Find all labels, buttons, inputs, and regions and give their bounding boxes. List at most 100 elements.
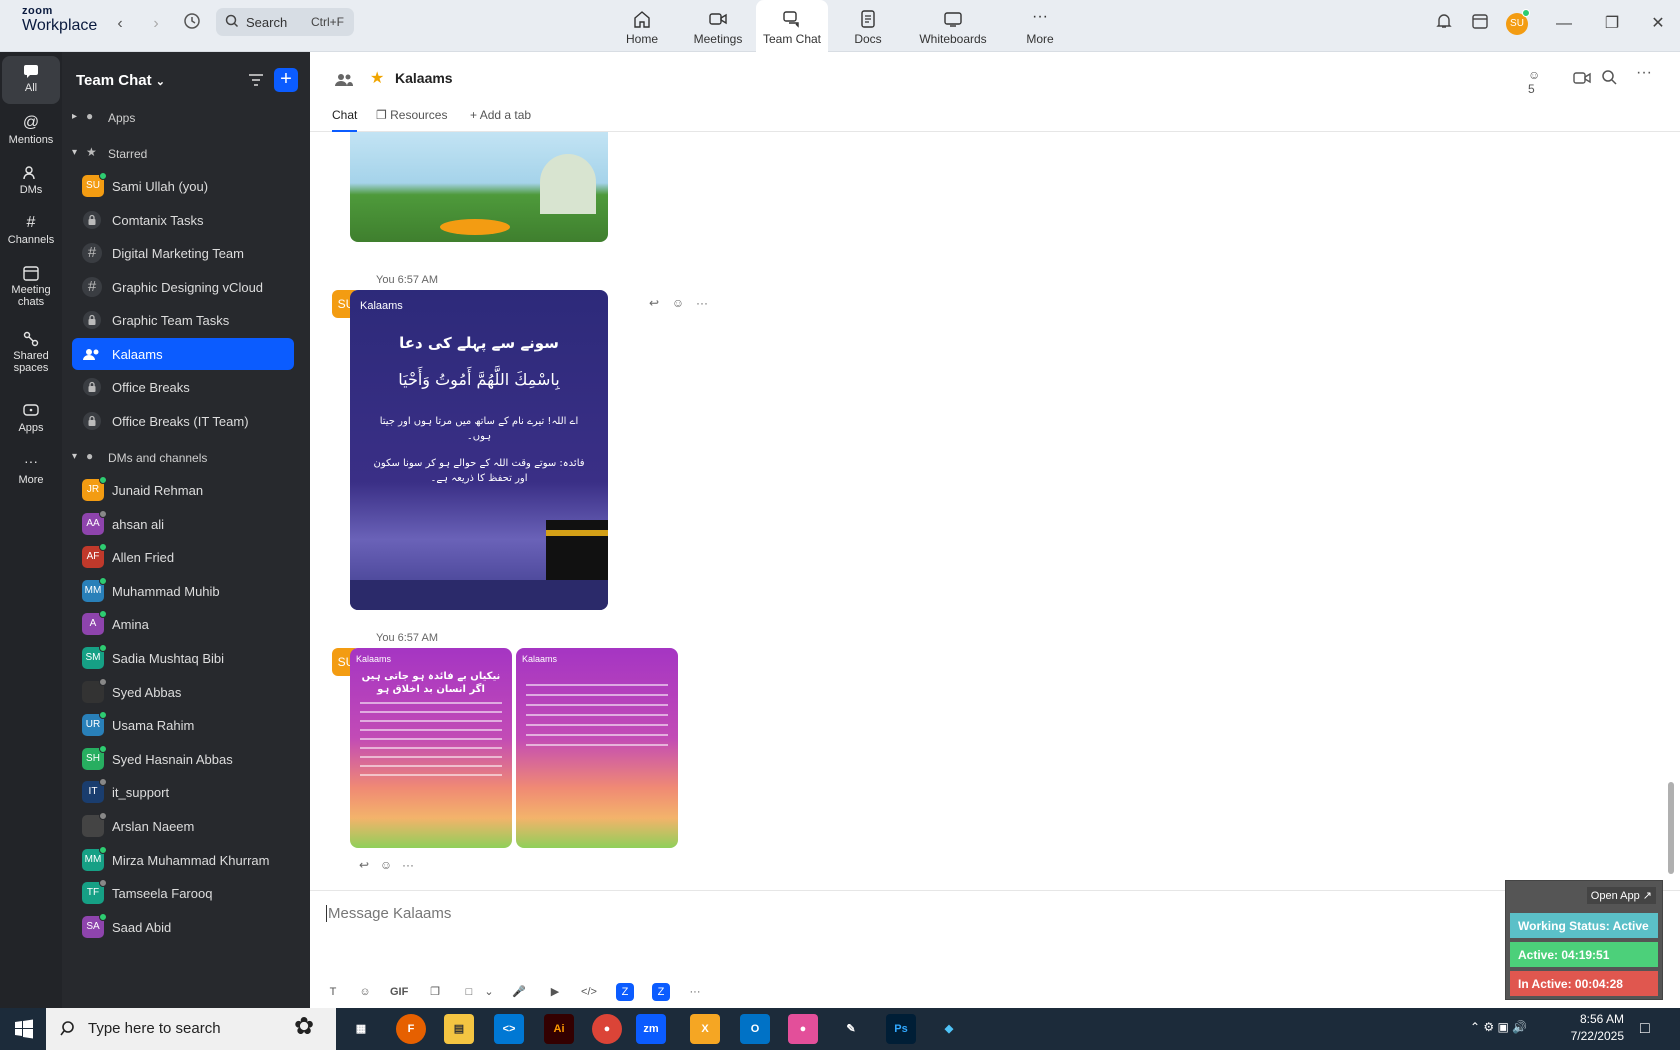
sidebar-item-syed-abbas[interactable]: Syed Abbas <box>72 676 294 708</box>
task-view-icon[interactable]: ▦ <box>346 1014 376 1044</box>
sidebar-item-allen-fried[interactable]: AF Allen Fried <box>72 541 294 573</box>
pen-tool-icon[interactable]: ✎ <box>836 1014 866 1044</box>
message-image-2[interactable]: Kalaams سونے سے پہلے کی دعا بِاسْمِكَ ال… <box>350 290 608 610</box>
search-input[interactable]: Search Ctrl+F <box>216 8 354 36</box>
emoji-icon[interactable]: ☺ <box>670 296 686 312</box>
tab-team-chat[interactable]: Team Chat <box>756 0 828 52</box>
group-icon[interactable] <box>334 70 354 90</box>
sidebar-item-saad-abid[interactable]: SA Saad Abid <box>72 911 294 943</box>
tab-docs[interactable]: Docs <box>846 0 890 52</box>
sidebar-item-graphic-designing-vcloud[interactable]: # Graphic Designing vCloud <box>72 271 294 303</box>
file-explorer-icon[interactable]: ▤ <box>444 1014 474 1044</box>
more-options-icon[interactable]: ··· <box>1636 65 1656 88</box>
firefox-icon[interactable]: F <box>396 1014 426 1044</box>
taskbar-search[interactable]: Type here to search ✿ <box>46 1008 336 1050</box>
creative-cloud-icon[interactable]: ● <box>788 1014 818 1044</box>
reply-icon[interactable]: ↩ <box>356 858 372 874</box>
history-icon[interactable] <box>180 12 204 36</box>
rail-shared-spaces[interactable]: Shared spaces <box>2 324 60 380</box>
open-app-button[interactable]: Open App ↗ <box>1586 887 1656 904</box>
windows-start-icon[interactable] <box>14 1019 34 1039</box>
back-arrow-icon[interactable]: ‹ <box>108 12 132 36</box>
more-actions-icon[interactable]: ··· <box>400 858 416 874</box>
members-icon[interactable]: ☺ 5 <box>1528 68 1548 96</box>
sidebar-item-sadia-mushtaq-bibi[interactable]: SM Sadia Mushtaq Bibi <box>72 642 294 674</box>
code-icon[interactable]: </> <box>580 983 598 1001</box>
sidebar-item-amina[interactable]: A Amina <box>72 608 294 640</box>
rail-mentions[interactable]: @ Mentions <box>2 108 60 156</box>
illustrator-icon[interactable]: Ai <box>544 1014 574 1044</box>
more-actions-icon[interactable]: ··· <box>694 296 710 312</box>
bell-icon[interactable] <box>1432 12 1456 36</box>
sidebar-item-ahsan-ali[interactable]: AA ahsan ali <box>72 508 294 540</box>
rail-channels[interactable]: # Channels <box>2 208 60 256</box>
scrollbar[interactable] <box>1668 782 1674 874</box>
new-chat-button[interactable]: + <box>274 68 298 92</box>
add-tab-button[interactable]: + Add a tab <box>470 108 531 122</box>
gif-button[interactable]: GIF <box>390 983 408 1001</box>
emoji-icon[interactable]: ☺ <box>356 983 374 1001</box>
close-icon[interactable]: ✕ <box>1646 12 1670 36</box>
tray-icons[interactable]: ⌃ ⚙ ▣ 🔊 <box>1470 1020 1527 1034</box>
section-starred[interactable]: ▾ ★ Starred <box>72 140 294 168</box>
star-icon[interactable]: ★ <box>370 68 384 88</box>
rail-meeting-chats[interactable]: Meeting chats <box>2 258 60 314</box>
sidebar-item-tamseela-farooq[interactable]: TF Tamseela Farooq <box>72 877 294 909</box>
tab-more[interactable]: ··· More <box>1018 0 1062 52</box>
tab-meetings[interactable]: Meetings <box>686 0 750 52</box>
more-tools-icon[interactable]: ··· <box>686 983 704 1001</box>
reply-icon[interactable]: ↩ <box>646 296 662 312</box>
tab-chat[interactable]: Chat <box>332 108 358 132</box>
sidebar-item-comtanix-tasks[interactable]: Comtanix Tasks <box>72 204 294 236</box>
sidebar-item-it-support[interactable]: IT it_support <box>72 776 294 808</box>
emoji-icon[interactable]: ☺ <box>378 858 394 874</box>
sidebar-item-muhammad-muhib[interactable]: MM Muhammad Muhib <box>72 575 294 607</box>
rail-all[interactable]: All <box>2 56 60 104</box>
rail-more[interactable]: ··· More <box>2 448 60 496</box>
sidebar-item-digital-marketing-team[interactable]: # Digital Marketing Team <box>72 237 294 269</box>
vscode-icon[interactable]: <> <box>494 1014 524 1044</box>
photoshop-icon[interactable]: Ps <box>886 1014 916 1044</box>
attach-file-icon[interactable]: ❐ <box>426 983 444 1001</box>
app-icon-1[interactable]: Z <box>616 983 634 1001</box>
section-dms[interactable]: ▾ ● DMs and channels <box>72 444 294 472</box>
chrome-icon[interactable]: ● <box>592 1014 622 1044</box>
maximize-icon[interactable]: ❐ <box>1600 12 1624 36</box>
sidebar-item-syed-hasnain-abbas[interactable]: SH Syed Hasnain Abbas <box>72 743 294 775</box>
rail-dms[interactable]: DMs <box>2 158 60 206</box>
sidebar-title[interactable]: Team Chat ⌄ <box>76 72 165 89</box>
message-image-4[interactable]: Kalaams <box>516 648 678 848</box>
format-text-icon[interactable]: T <box>324 983 342 1001</box>
microphone-icon[interactable]: 🎤 <box>510 983 528 1001</box>
minimize-icon[interactable]: — <box>1552 12 1576 36</box>
channel-title[interactable]: Kalaams <box>395 70 453 86</box>
clock[interactable]: 8:56 AM 7/22/2025 <box>1552 1012 1624 1043</box>
message-image-3[interactable]: Kalaams نیکیاں بے فائدہ ہو جاتی ہیں اگر … <box>350 648 512 848</box>
sidebar-item-sami-ullah-you-[interactable]: SU Sami Ullah (you) <box>72 170 294 202</box>
sidebar-item-usama-rahim[interactable]: UR Usama Rahim <box>72 709 294 741</box>
notification-icon[interactable]: □ <box>1640 1020 1650 1038</box>
app-diamond-icon[interactable]: ◆ <box>934 1014 964 1044</box>
message-image-1[interactable] <box>350 132 608 242</box>
forward-arrow-icon[interactable]: › <box>144 12 168 36</box>
zoom-taskbar-icon[interactable]: zm <box>636 1014 666 1044</box>
chevron-down-icon[interactable]: ⌄ <box>480 983 498 1001</box>
tab-whiteboards[interactable]: Whiteboards <box>912 0 994 52</box>
filter-icon[interactable] <box>246 70 266 90</box>
tab-resources[interactable]: ❐ Resources <box>376 108 447 122</box>
video-message-icon[interactable]: ▶ <box>546 983 564 1001</box>
outlook-icon[interactable]: O <box>740 1014 770 1044</box>
screenshot-icon[interactable]: □ <box>460 983 478 1001</box>
app-icon-2[interactable]: Z <box>652 983 670 1001</box>
sidebar-item-kalaams[interactable]: Kalaams <box>72 337 294 370</box>
rail-apps[interactable]: Apps <box>2 396 60 444</box>
sidebar-item-graphic-team-tasks[interactable]: Graphic Team Tasks <box>72 304 294 336</box>
video-call-icon[interactable] <box>1572 68 1592 88</box>
sidebar-item-office-breaks[interactable]: Office Breaks <box>72 371 294 403</box>
sidebar-item-mirza-muhammad-khurram[interactable]: MM Mirza Muhammad Khurram <box>72 844 294 876</box>
calendar-icon[interactable] <box>1468 12 1492 36</box>
sidebar-item-junaid-rehman[interactable]: JR Junaid Rehman <box>72 474 294 506</box>
search-icon[interactable] <box>1600 68 1620 88</box>
tab-home[interactable]: Home <box>614 0 670 52</box>
section-apps[interactable]: ▸ ● Apps <box>72 104 294 132</box>
